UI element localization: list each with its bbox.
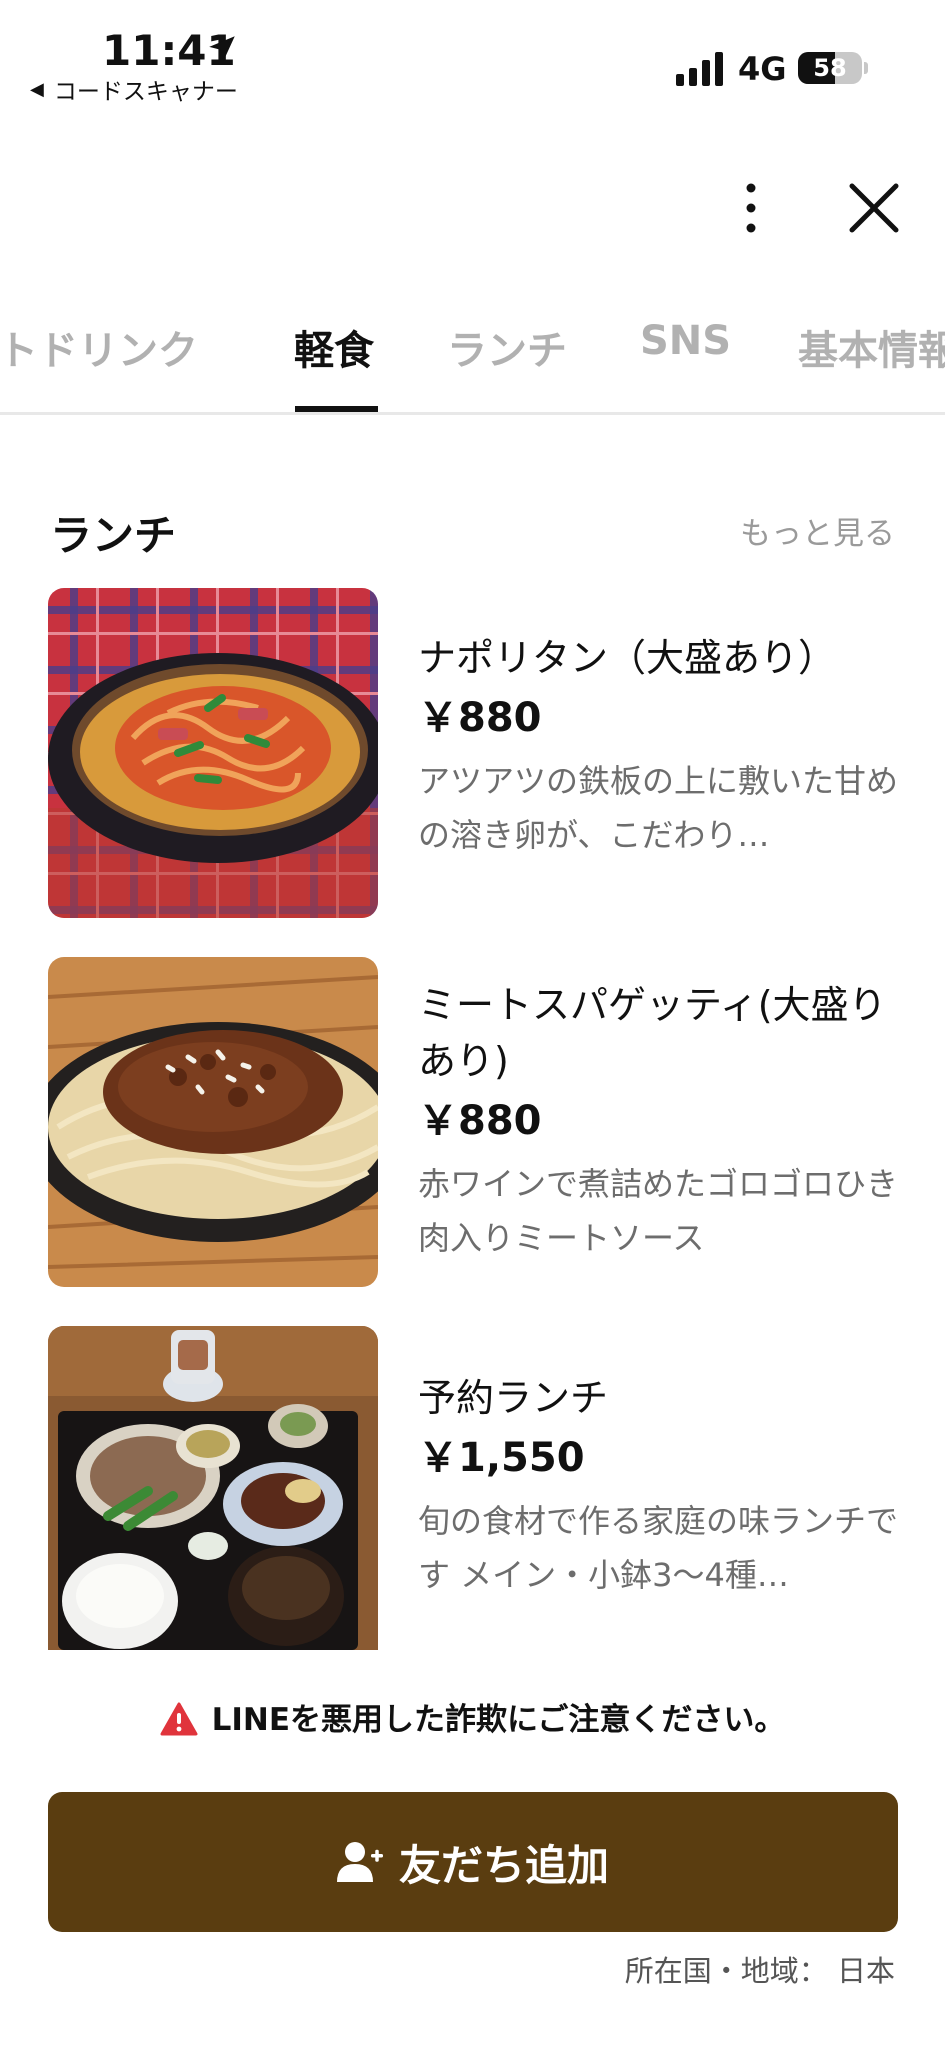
warning-text: LINEを悪用した詐欺にご注意ください。 bbox=[211, 1702, 786, 1738]
battery-indicator: 58 bbox=[798, 52, 862, 84]
menu-item-napolitan[interactable]: ナポリタン（大盛あり） ￥880 アツアツの鉄板の上に敷いた甘めの溶き卵が、こだ… bbox=[48, 588, 898, 918]
add-friend-button[interactable]: 友だち追加 bbox=[48, 1792, 898, 1932]
tab-lunch[interactable]: ランチ bbox=[447, 318, 567, 376]
warning-icon bbox=[160, 1702, 198, 1736]
category-tabs: ソフトドリンク 軽食 ランチ SNS 基本情報 bbox=[0, 290, 945, 415]
back-triangle-icon: ◀ bbox=[30, 78, 44, 100]
menu-item-text: 予約ランチ ￥1,550 旬の食材で作る家庭の味ランチです メイン・小鉢3〜4種… bbox=[418, 1326, 918, 1602]
menu-item-text: ミートスパゲッティ(大盛りあり) ￥880 赤ワインで煮詰めたゴロゴロひき肉入り… bbox=[418, 957, 918, 1265]
section-title: ランチ bbox=[50, 511, 177, 560]
battery-percent: 58 bbox=[813, 54, 847, 82]
tab-basic-info[interactable]: 基本情報 bbox=[798, 318, 945, 376]
scroll-boundary bbox=[0, 1650, 945, 1690]
add-friend-label: 友だち追加 bbox=[398, 1840, 609, 1890]
back-to-app-link[interactable]: ◀ コードスキャナー bbox=[30, 72, 238, 106]
battery-cap bbox=[864, 62, 868, 74]
tab-light-meal[interactable]: 軽食 bbox=[294, 318, 374, 376]
add-friend-icon bbox=[336, 1842, 383, 1882]
item-name: 予約ランチ bbox=[418, 1376, 609, 1420]
meat-spaghetti-photo bbox=[48, 957, 378, 1287]
menu-item-text: ナポリタン（大盛あり） ￥880 アツアツの鉄板の上に敷いた甘めの溶き卵が、こだ… bbox=[418, 588, 918, 862]
location-info: 所在国・地域： 日本 bbox=[624, 1954, 895, 1988]
status-bar: 11:41 ◀ コードスキャナー 4G 58 bbox=[0, 0, 945, 120]
tab-sns[interactable]: SNS bbox=[640, 318, 731, 364]
fraud-warning: LINEを悪用した詐欺にご注意ください。 bbox=[0, 1694, 945, 1739]
menu-item-reservation-lunch[interactable]: 予約ランチ ￥1,550 旬の食材で作る家庭の味ランチです メイン・小鉢3〜4種… bbox=[48, 1326, 898, 1650]
signal-icon bbox=[676, 52, 723, 86]
active-tab-indicator bbox=[295, 406, 378, 412]
item-name: ナポリタン（大盛あり） bbox=[418, 636, 837, 680]
item-description: アツアツの鉄板の上に敷いた甘めの溶き卵が、こだわり… bbox=[418, 762, 899, 854]
item-price: ￥880 bbox=[418, 695, 542, 741]
item-description: 赤ワインで煮詰めたゴロゴロひき肉入りミートソース bbox=[418, 1165, 899, 1257]
item-price: ￥1,550 bbox=[418, 1435, 585, 1481]
see-more-link[interactable]: もっと見る bbox=[740, 508, 895, 553]
item-name: ミートスパゲッティ(大盛りあり) bbox=[418, 983, 887, 1083]
napolitan-photo bbox=[48, 588, 378, 918]
more-vertical-icon[interactable] bbox=[728, 180, 774, 236]
back-app-label: コードスキャナー bbox=[53, 79, 238, 105]
network-label: 4G bbox=[738, 50, 787, 88]
menu-item-meat-spaghetti[interactable]: ミートスパゲッティ(大盛りあり) ￥880 赤ワインで煮詰めたゴロゴロひき肉入り… bbox=[48, 957, 898, 1287]
item-description: 旬の食材で作る家庭の味ランチです メイン・小鉢3〜4種… bbox=[418, 1502, 899, 1594]
location-arrow-icon bbox=[209, 36, 235, 62]
tab-soft-drink[interactable]: ソフトドリンク bbox=[0, 318, 198, 376]
close-icon[interactable] bbox=[846, 180, 902, 236]
reservation-lunch-photo bbox=[48, 1326, 378, 1650]
item-price: ￥880 bbox=[418, 1098, 542, 1144]
